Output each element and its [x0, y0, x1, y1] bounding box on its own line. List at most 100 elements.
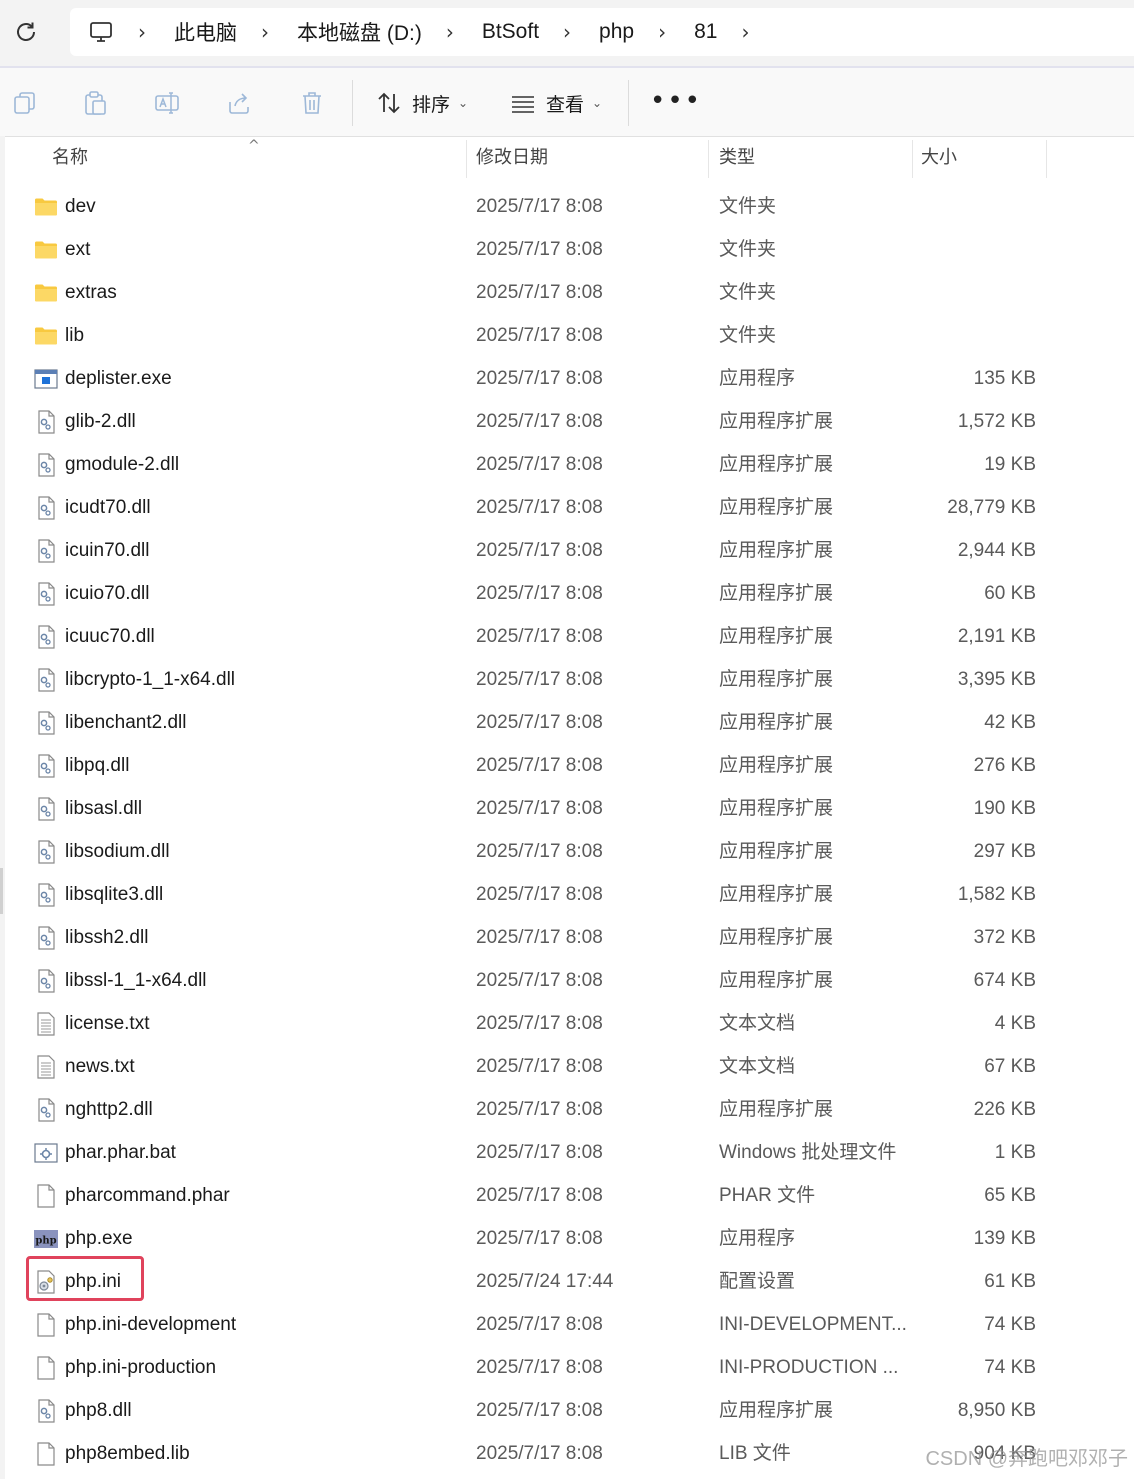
breadcrumb-this-pc[interactable]: 此电脑 [174, 17, 237, 47]
file-row[interactable]: libenchant2.dll 2025/7/17 8:08 应用程序扩展 42 KB [0, 701, 1134, 744]
file-size: 60 KB [984, 583, 1036, 604]
file-icon [34, 1184, 58, 1208]
column-header-row: 名称 修改日期 类型 大小 [0, 138, 1134, 178]
column-header-size[interactable]: 大小 [921, 138, 957, 178]
file-name: php8.dll [65, 1400, 132, 1421]
file-name: libpq.dll [65, 755, 130, 776]
refresh-icon[interactable] [12, 18, 40, 46]
file-row[interactable]: news.txt 2025/7/17 8:08 文本文档 67 KB [0, 1045, 1134, 1088]
column-divider[interactable] [466, 140, 467, 178]
file-row[interactable]: license.txt 2025/7/17 8:08 文本文档 4 KB [0, 1002, 1134, 1045]
file-name: phar.phar.bat [65, 1142, 176, 1163]
file-row[interactable]: pharcommand.phar 2025/7/17 8:08 PHAR 文件 65 … [0, 1174, 1134, 1217]
column-divider[interactable] [912, 140, 913, 178]
file-size: 1 KB [994, 1142, 1036, 1163]
file-size: 135 KB [973, 368, 1036, 389]
file-type: 应用程序扩展 [719, 626, 834, 647]
file-name: deplister.exe [65, 368, 172, 389]
file-row[interactable]: lib 2025/7/17 8:08 文件夹 [0, 314, 1134, 357]
breadcrumb-81[interactable]: 81 [694, 20, 717, 44]
file-row[interactable]: php8.dll 2025/7/17 8:08 应用程序扩展 8,950 KB [0, 1389, 1134, 1432]
more-options-button[interactable]: ••• [650, 88, 702, 114]
file-row[interactable]: extras 2025/7/17 8:08 文件夹 [0, 271, 1134, 314]
file-type: 应用程序扩展 [719, 841, 834, 862]
paste-icon[interactable] [82, 90, 108, 116]
breadcrumb-separator[interactable]: › [741, 20, 749, 44]
file-row[interactable]: deplister.exe 2025/7/17 8:08 应用程序 135 KB [0, 357, 1134, 400]
breadcrumb-separator[interactable]: › [658, 20, 666, 44]
breadcrumb-local-disk-d[interactable]: 本地磁盘 (D:) [297, 17, 422, 47]
file-row[interactable]: icuio70.dll 2025/7/17 8:08 应用程序扩展 60 KB [0, 572, 1134, 615]
breadcrumb-separator[interactable]: › [446, 20, 454, 44]
rename-icon[interactable] [154, 90, 180, 116]
file-row[interactable]: libsodium.dll 2025/7/17 8:08 应用程序扩展 297 KB [0, 830, 1134, 873]
file-row[interactable]: libcrypto-1_1-x64.dll 2025/7/17 8:08 应用程序扩… [0, 658, 1134, 701]
column-header-date[interactable]: 修改日期 [476, 138, 548, 178]
address-bar[interactable]: › 此电脑 › 本地磁盘 (D:) › BtSoft › php › 81 › [70, 8, 1134, 56]
file-name: php.exe [65, 1228, 133, 1249]
file-name: php.ini [65, 1271, 121, 1292]
file-row[interactable]: libsqlite3.dll 2025/7/17 8:08 应用程序扩展 1,582 … [0, 873, 1134, 916]
file-row[interactable]: libssh2.dll 2025/7/17 8:08 应用程序扩展 372 KB [0, 916, 1134, 959]
file-row[interactable]: glib-2.dll 2025/7/17 8:08 应用程序扩展 1,572 KB [0, 400, 1134, 443]
file-row[interactable]: libpq.dll 2025/7/17 8:08 应用程序扩展 276 KB [0, 744, 1134, 787]
file-row[interactable]: ext 2025/7/17 8:08 文件夹 [0, 228, 1134, 271]
dll-icon [34, 840, 58, 864]
file-icon [34, 1356, 58, 1380]
file-name: libssl-1_1-x64.dll [65, 970, 207, 991]
column-header-type[interactable]: 类型 [719, 138, 755, 178]
column-divider[interactable] [1046, 140, 1047, 178]
file-modified-date: 2025/7/17 8:08 [476, 497, 603, 518]
file-name: libenchant2.dll [65, 712, 187, 733]
file-name: gmodule-2.dll [65, 454, 180, 475]
column-divider[interactable] [708, 140, 709, 178]
file-row[interactable]: gmodule-2.dll 2025/7/17 8:08 应用程序扩展 19 KB [0, 443, 1134, 486]
file-type: INI-PRODUCTION ... [719, 1357, 899, 1378]
file-modified-date: 2025/7/17 8:08 [476, 196, 603, 217]
breadcrumb-php[interactable]: php [599, 20, 634, 44]
file-name: ext [65, 239, 91, 260]
file-row[interactable]: php.ini 2025/7/24 17:44 配置设置 61 KB [0, 1260, 1134, 1303]
breadcrumb-separator[interactable]: › [138, 20, 146, 44]
dll-icon [34, 453, 58, 477]
file-modified-date: 2025/7/17 8:08 [476, 325, 603, 346]
file-row[interactable]: icudt70.dll 2025/7/17 8:08 应用程序扩展 28,779 KB [0, 486, 1134, 529]
file-row[interactable]: php php.exe 2025/7/17 8:08 应用程序 139 KB [0, 1217, 1134, 1260]
file-row[interactable]: php.ini-development 2025/7/17 8:08 INI-DEV… [0, 1303, 1134, 1346]
file-modified-date: 2025/7/17 8:08 [476, 1314, 603, 1335]
file-row[interactable]: icuuc70.dll 2025/7/17 8:08 应用程序扩展 2,191 KB [0, 615, 1134, 658]
sort-button[interactable]: 排序 ⌄ [376, 84, 468, 122]
file-name: news.txt [65, 1056, 135, 1077]
file-modified-date: 2025/7/17 8:08 [476, 1228, 603, 1249]
file-type: 应用程序扩展 [719, 411, 834, 432]
file-type: 应用程序扩展 [719, 1400, 834, 1421]
file-size: 190 KB [973, 798, 1036, 819]
file-row[interactable]: nghttp2.dll 2025/7/17 8:08 应用程序扩展 226 KB [0, 1088, 1134, 1131]
file-type: 文件夹 [719, 239, 777, 260]
file-row[interactable]: php.ini-production 2025/7/17 8:08 INI-PROD… [0, 1346, 1134, 1389]
file-type: 应用程序扩展 [719, 798, 834, 819]
file-name: php.ini-production [65, 1357, 217, 1378]
file-row[interactable]: dev 2025/7/17 8:08 文件夹 [0, 185, 1134, 228]
share-icon[interactable] [226, 90, 252, 116]
file-row[interactable]: icuin70.dll 2025/7/17 8:08 应用程序扩展 2,944 KB [0, 529, 1134, 572]
copy-icon[interactable] [12, 90, 38, 116]
file-row[interactable]: phar.phar.bat 2025/7/17 8:08 Windows 批处理文件… [0, 1131, 1134, 1174]
chevron-down-icon: ⌄ [592, 96, 603, 110]
view-button[interactable]: 查看 ⌄ [510, 84, 602, 122]
file-name: nghttp2.dll [65, 1099, 153, 1120]
breadcrumb-separator[interactable]: › [261, 20, 269, 44]
file-type: 应用程序扩展 [719, 884, 834, 905]
folder-icon [34, 324, 58, 348]
file-modified-date: 2025/7/17 8:08 [476, 583, 603, 604]
column-header-name[interactable]: 名称 [52, 138, 88, 178]
file-name: dev [65, 196, 96, 217]
breadcrumb-separator[interactable]: › [563, 20, 571, 44]
delete-icon[interactable] [299, 90, 325, 116]
breadcrumb-btsoft[interactable]: BtSoft [482, 20, 539, 44]
dll-icon [34, 754, 58, 778]
file-row[interactable]: libsasl.dll 2025/7/17 8:08 应用程序扩展 190 KB [0, 787, 1134, 830]
computer-icon[interactable] [88, 19, 114, 45]
file-row[interactable]: libssl-1_1-x64.dll 2025/7/17 8:08 应用程序扩展 67… [0, 959, 1134, 1002]
file-type: 应用程序扩展 [719, 755, 834, 776]
